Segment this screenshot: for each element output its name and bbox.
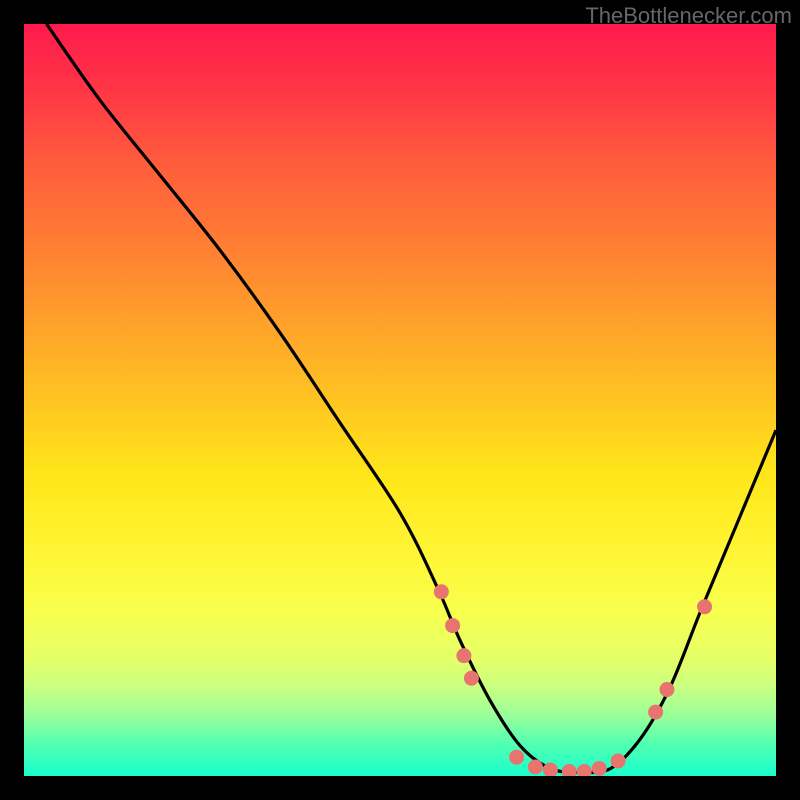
data-marker <box>659 682 674 697</box>
data-marker <box>611 753 626 768</box>
data-marker <box>434 584 449 599</box>
chart-svg <box>24 24 776 776</box>
data-marker <box>592 761 607 776</box>
attribution-text: TheBottlenecker.com <box>585 3 792 29</box>
data-marker <box>445 618 460 633</box>
data-marker <box>456 648 471 663</box>
bottleneck-curve <box>47 24 776 773</box>
data-marker <box>464 671 479 686</box>
data-marker <box>528 759 543 774</box>
data-marker <box>509 750 524 765</box>
marker-group <box>434 584 712 776</box>
plot-area <box>24 24 776 776</box>
data-marker <box>648 705 663 720</box>
data-marker <box>577 764 592 776</box>
data-marker <box>697 599 712 614</box>
data-marker <box>562 764 577 776</box>
